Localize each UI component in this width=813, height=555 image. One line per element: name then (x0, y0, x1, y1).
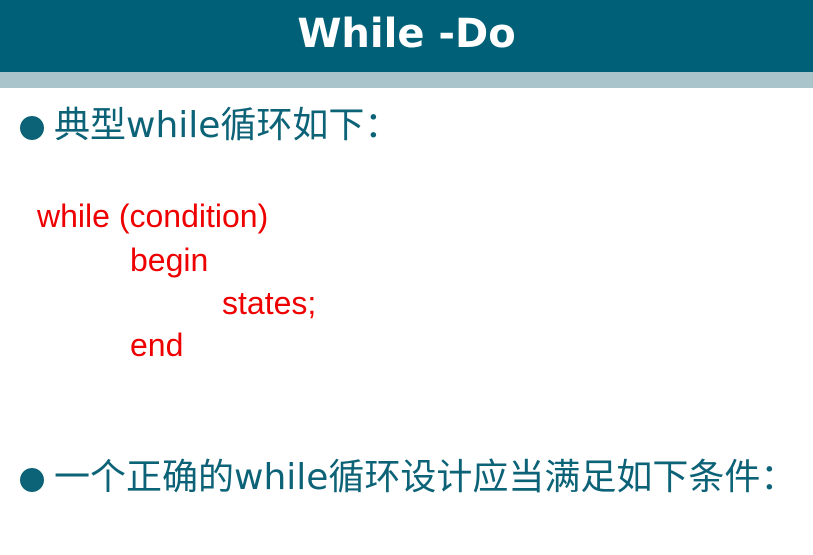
slide-header: While -Do (0, 0, 813, 72)
bullet-dot-icon (20, 116, 44, 140)
code-line-states: states; (222, 285, 317, 321)
header-divider-strip (0, 72, 813, 88)
slide-title: While -Do (297, 11, 516, 57)
code-line-end: end (130, 327, 184, 363)
bullet-dot-icon (20, 468, 44, 492)
bullet-text-intro: 典型while循环如下： (54, 105, 401, 146)
code-line-begin: begin (130, 242, 209, 278)
code-line-while: while (condition) (37, 198, 269, 234)
bullet-item-conditions: 一个正确的while循环设计应当满足如下条件： (20, 456, 810, 500)
bullet-item-intro: 典型while循环如下： (20, 104, 400, 148)
bullet-text-conditions: 一个正确的while循环设计应当满足如下条件： (54, 457, 797, 498)
